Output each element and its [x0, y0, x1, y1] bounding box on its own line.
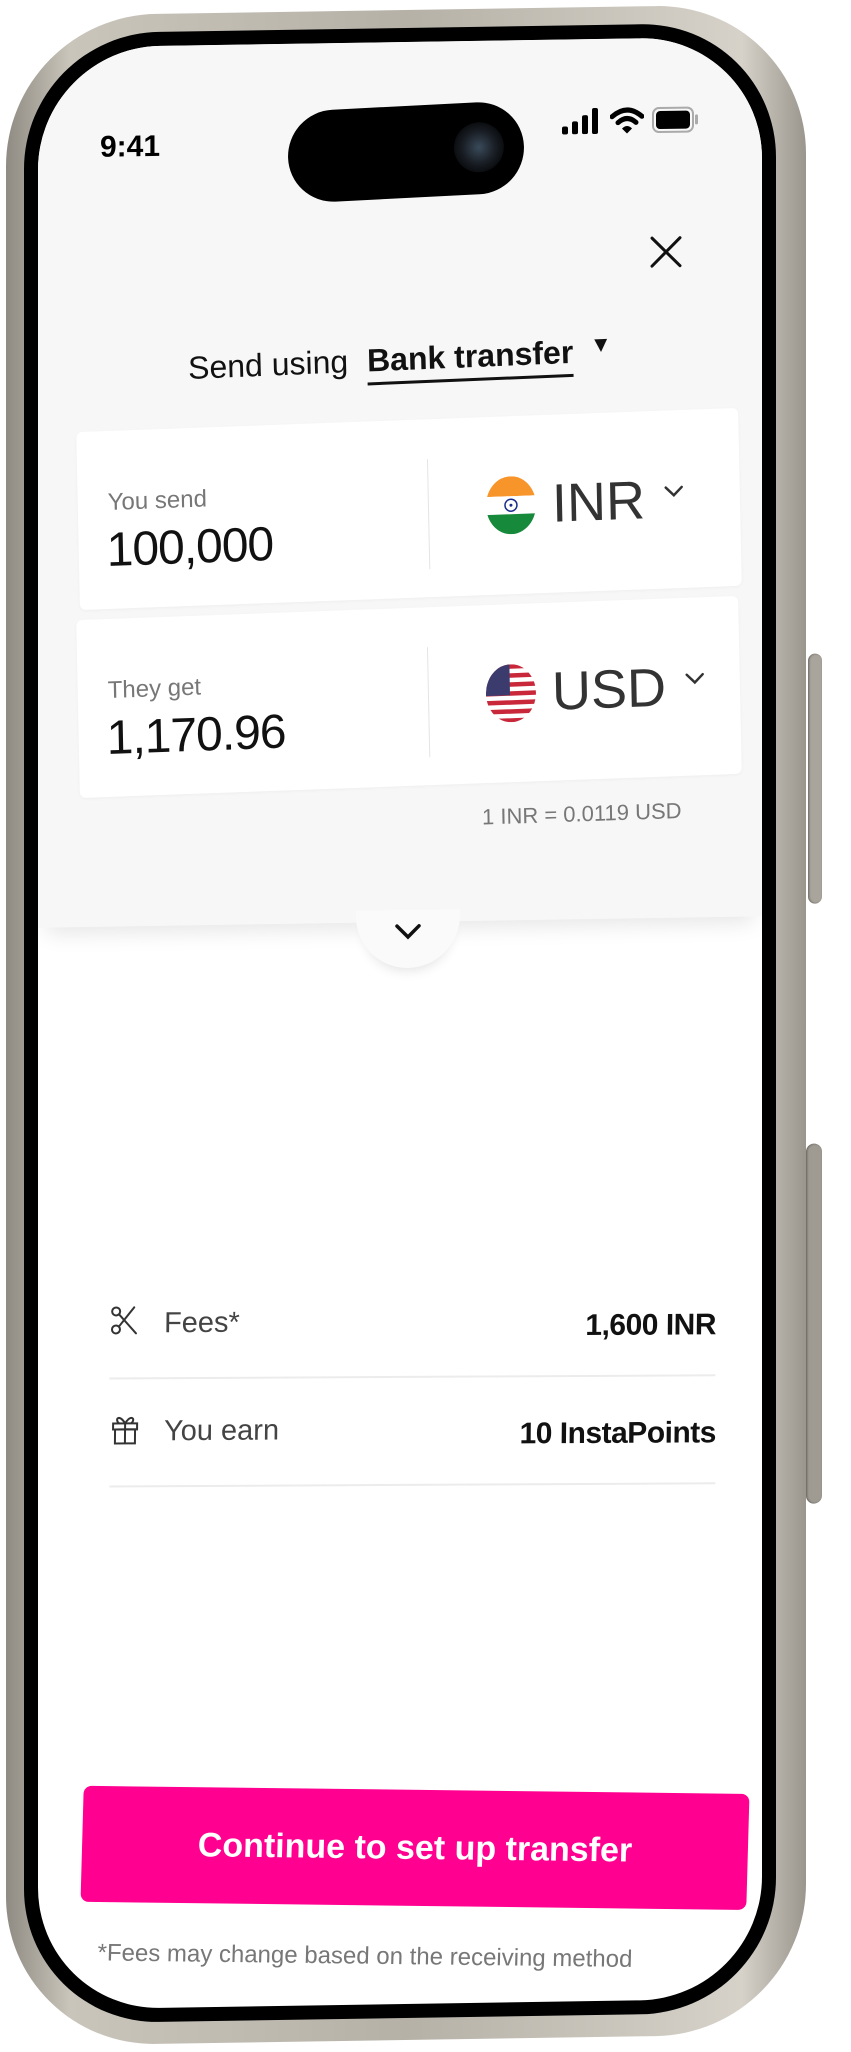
continue-button[interactable]: Continue to set up transfer	[80, 1785, 750, 1910]
side-button-lower	[806, 1143, 822, 1504]
send-using-label: Send using	[187, 343, 349, 386]
they-get-card: They get 1,170.96 USD	[76, 595, 742, 799]
phone-bezel: 9:41 Send using Bank transfer ▼ You send…	[24, 22, 776, 2025]
phone-screen: 9:41 Send using Bank transfer ▼ You send…	[38, 36, 762, 2010]
fees-label: Fees*	[163, 1306, 240, 1340]
card-divider	[426, 459, 431, 570]
they-get-label: They get	[107, 673, 202, 704]
dynamic-island	[286, 100, 526, 204]
converter-panel: 9:41 Send using Bank transfer ▼ You send…	[38, 36, 762, 928]
fees-value: 1,600 INR	[585, 1308, 717, 1342]
cellular-signal-icon	[562, 108, 598, 135]
camera-icon	[453, 121, 505, 174]
send-method-selector: Send using Bank transfer ▼	[38, 325, 762, 393]
chevron-down-icon	[664, 485, 683, 498]
scissors-icon	[110, 1306, 137, 1335]
phone-frame: 9:41 Send using Bank transfer ▼ You send…	[6, 3, 822, 2047]
earn-label: You earn	[163, 1414, 280, 1448]
usa-flag-icon	[485, 663, 537, 724]
expand-details-button[interactable]	[356, 909, 460, 969]
receive-currency-code: USD	[551, 657, 667, 722]
wifi-icon	[610, 107, 644, 134]
send-method-dropdown[interactable]: Bank transfer	[366, 333, 574, 386]
they-get-amount-input[interactable]: 1,170.96	[106, 705, 286, 767]
send-currency-code: INR	[551, 470, 646, 534]
battery-icon	[652, 106, 698, 134]
caret-down-icon[interactable]: ▼	[590, 331, 612, 358]
earn-value: 10 InstaPoints	[519, 1416, 717, 1451]
you-send-amount-input[interactable]: 100,000	[106, 517, 274, 578]
fees-footnote: *Fees may change based on the receiving …	[97, 1939, 633, 1973]
status-time: 9:41	[100, 129, 161, 164]
send-currency-selector[interactable]: INR	[485, 468, 685, 537]
fees-row: Fees* 1,600 INR	[109, 1268, 717, 1380]
you-send-card: You send 100,000 INR	[76, 407, 742, 611]
chevron-down-icon	[395, 924, 421, 940]
card-divider	[426, 647, 431, 758]
close-icon	[650, 236, 682, 268]
earn-row: You earn 10 InstaPoints	[109, 1376, 717, 1488]
receive-currency-selector[interactable]: USD	[485, 655, 706, 725]
india-flag-icon	[485, 475, 537, 536]
gift-icon	[112, 1416, 139, 1445]
exchange-rate: 1 INR = 0.0119 USD	[482, 797, 683, 830]
status-icons	[562, 105, 700, 135]
side-button	[808, 653, 822, 904]
close-button[interactable]	[648, 234, 684, 271]
chevron-down-icon	[685, 672, 704, 685]
you-send-label: You send	[107, 485, 208, 516]
